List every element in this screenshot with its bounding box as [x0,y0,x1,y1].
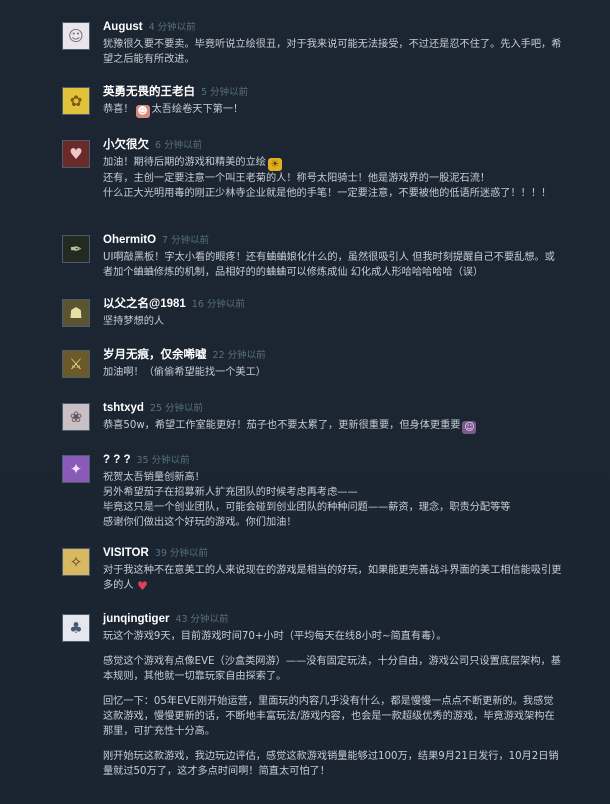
heart-lips-emoticon-icon: ♥ [137,579,148,593]
comment-text: 祝贺太吾销量创新高！ 另外希望茄子在招募新人扩充团队的时候考虑再考虑—— 毕竟这… [103,470,563,530]
avatar[interactable]: ♣ [62,614,90,642]
avatar[interactable]: ✒ [62,235,90,263]
comment-paragraph: 刚开始玩这款游戏，我边玩边评估，感觉这款游戏销量能够过100万，结果9月21日发… [103,751,559,777]
girl-emoticon-icon: ☺ [462,421,477,434]
comment-text: 对于我这种不在意美工的人来说现在的游戏是相当的好玩，如果能更完善战斗界面的美工相… [103,563,563,593]
comment-paragraph: 感觉这个游戏有点像EVE（沙盒类网游）——没有固定玩法，十分自由，游戏公司只设置… [103,656,561,682]
comment-timestamp: 4 分钟以前 [148,22,196,33]
comment-author-link[interactable]: tshtxyd [103,402,144,414]
hooded-figure-icon: ☗ [69,303,83,322]
comment-timestamp: 39 分钟以前 [154,548,208,559]
comment-paragraph: 回忆一下：05年EVE刚开始运营，里面玩的内容几乎没有什么，都是慢慢一点点不断更… [103,696,555,737]
comment-timestamp: 5 分钟以前 [201,87,249,98]
comment-paragraph: 加油！期待后期的游戏和精美的立绘 [103,157,266,168]
comment-timestamp: 35 分钟以前 [136,455,190,466]
comment-text: 玩这个游戏9天，目前游戏时间70+小时（平均每天在线8小时~简直有毒）。 感觉这… [103,629,563,779]
comment-paragraph: 坚持梦想的人 [103,316,165,327]
comment-text: 恭喜！ ☻ 太吾绘卷天下第一！ [103,102,563,118]
comment-timestamp: 7 分钟以前 [162,235,210,246]
comment-thread: ☺ August 4 分钟以前 犹豫很久要不要卖。毕竟听说立绘很丑，对于我来说可能… [0,0,610,804]
feather-icon: ✒ [69,239,83,258]
comment-paragraph: 祝贺太吾销量创新高！ 另外希望茄子在招募新人扩充团队的时候考虑再考虑—— 毕竟这… [103,472,511,528]
comment-author-link[interactable]: junqingtiger [103,613,169,625]
comment-timestamp: 25 分钟以前 [149,403,204,414]
avatar[interactable]: ✧ [62,548,90,576]
comment-author-link[interactable]: August [103,21,143,33]
comment-text: UI啊敲黑板！字太小看的眼疼！还有蛐蛐娘化什么的，虽然很吸引人 但我时刻提醒自己… [103,250,563,280]
comment-paragraph: 还有，主创一定要注意一个叫王老菊的人！称号太阳骑士！他是游戏界的一股泥石流！ 什… [103,173,552,199]
comment-text: 加油！期待后期的游戏和精美的立绘 ☀ 还有，主创一定要注意一个叫王老菊的人！称号太阳… [103,155,563,201]
comment-text: 加油啊！（偷偷希望能找一个美工） [103,365,563,380]
comment-text: 犹豫很久要不要卖。毕竟听说立绘很丑，对于我来说可能无法接受，不过还是忍不住了。先… [103,37,563,67]
comment-author-link[interactable]: 小欠很欠 [103,139,149,151]
avatar[interactable]: ⚔ [62,350,90,378]
avatar[interactable]: ✦ [62,455,90,483]
avatar[interactable]: ☗ [62,299,90,327]
blonde-girl-icon: ✧ [69,552,83,571]
silver-hair-girl-icon: ❀ [69,407,83,426]
comment-paragraph: 恭喜50w，希望工作室能更好！茄子也不要太累了，更新很重要，但身体更重要 [103,420,461,431]
comment-paragraph: UI啊敲黑板！字太小看的眼疼！还有蛐蛐娘化什么的，虽然很吸引人 但我时刻提醒自己… [103,252,555,278]
purple-hair-girl-icon: ✦ [69,459,83,478]
comment-paragraph: 加油啊！（偷偷希望能找一个美工） [103,367,266,378]
yellow-chick-icon: ✿ [69,91,83,110]
comment-paragraph: 犹豫很久要不要卖。毕竟听说立绘很丑，对于我来说可能无法接受，不过还是忍不住了。先… [103,39,562,65]
comment-paragraph: 恭喜！ [103,104,134,115]
pixel-warrior-icon: ⚔ [69,354,83,373]
anime-girl-icon: ♥ [69,144,83,163]
avatar[interactable]: ✿ [62,87,90,115]
comment-author-link[interactable]: 以父之名@1981 [103,298,186,310]
comment-author-link[interactable]: VISITOR [103,547,149,559]
comment-timestamp: 43 分钟以前 [175,614,229,625]
comment-author-link[interactable]: OhermitO [103,234,156,246]
comment-timestamp: 16 分钟以前 [191,299,245,310]
comment-author-link[interactable]: 岁月无痕，仅余唏嘘 [103,349,207,361]
avatar[interactable]: ❀ [62,403,90,431]
sun-emoticon-icon: ☀ [268,158,282,171]
comment-paragraph: 对于我这种不在意美工的人来说现在的游戏是相当的好玩，如果能更完善战斗界面的美工相… [103,565,562,591]
comment-text: 坚持梦想的人 [103,314,563,329]
girl-face-emoticon-icon: ☻ [135,105,150,118]
comment-author-link[interactable]: 英勇无畏的王老白 [103,86,195,98]
comment-timestamp: 6 分钟以前 [155,140,203,151]
avatar[interactable]: ☺ [62,22,90,50]
comment-paragraph: 玩这个游戏9天，目前游戏时间70+小时（平均每天在线8小时~简直有毒）。 [103,631,447,642]
avatar[interactable]: ♥ [62,140,90,168]
comment-author-link[interactable]: ? ? ? [103,454,130,466]
comment-paragraph: 太吾绘卷天下第一！ [151,104,244,115]
white-tiger-icon: ♣ [69,618,83,637]
cartoon-face-icon: ☺ [68,26,84,45]
comment-text: 恭喜50w，希望工作室能更好！茄子也不要太累了，更新很重要，但身体更重要 ☺ [103,418,563,434]
comment-timestamp: 22 分钟以前 [212,350,266,361]
